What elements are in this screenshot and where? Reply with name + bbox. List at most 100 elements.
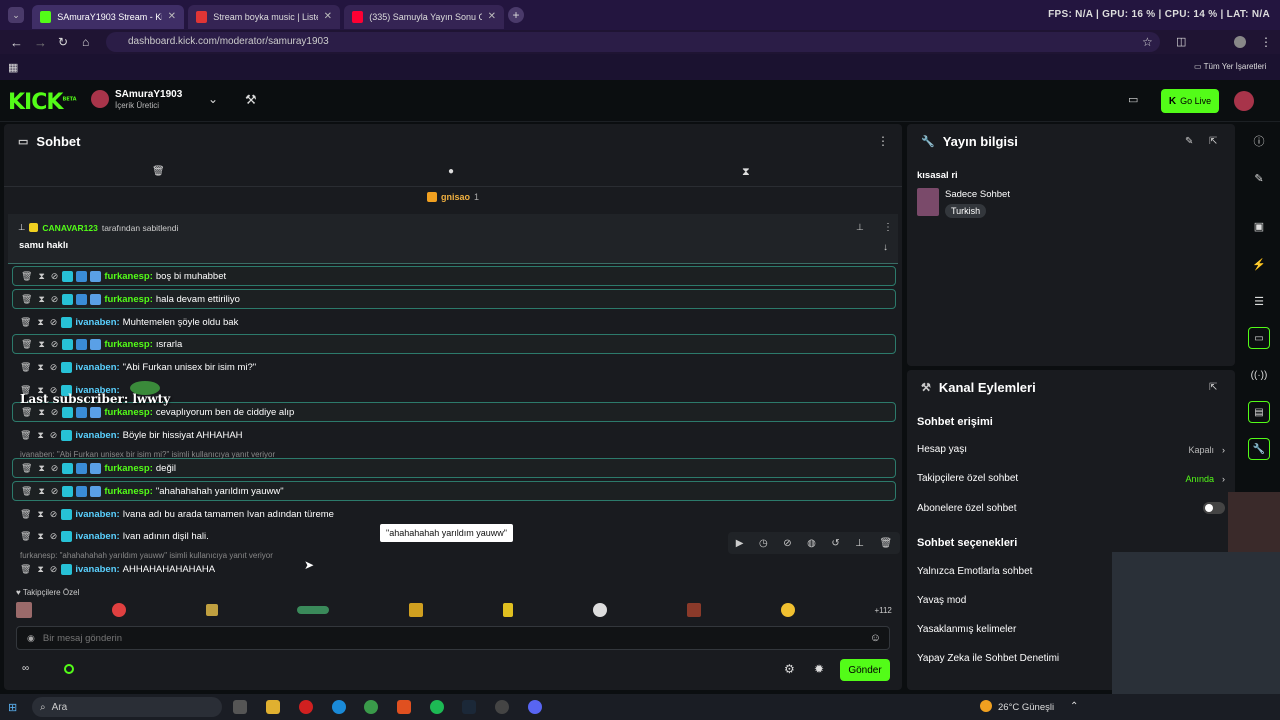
emote[interactable]: [205, 604, 218, 616]
arrow-down-icon[interactable]: ↓: [883, 242, 888, 253]
category-name[interactable]: Sadece Sohbet: [945, 189, 1010, 200]
steam-icon[interactable]: [462, 700, 476, 714]
followers-only-row[interactable]: Takipçilere özel sohbet Anında ›: [917, 473, 1225, 484]
tab-youtube[interactable]: (335) Samuyla Yayın Sonu CS s ✕: [344, 4, 504, 29]
ban-icon[interactable]: ⊘: [50, 430, 58, 441]
broadcast-icon[interactable]: ((·)): [1248, 364, 1270, 386]
mute-icon[interactable]: ⊘: [783, 538, 791, 549]
message-username[interactable]: ivanaben:: [75, 430, 119, 441]
ban-icon[interactable]: ⊘: [50, 564, 58, 575]
emote[interactable]: [111, 603, 126, 617]
edit-icon[interactable]: ✎: [1248, 167, 1270, 189]
menu-icon[interactable]: ⋮: [1260, 35, 1272, 49]
ban-icon[interactable]: ⊘: [50, 362, 58, 373]
kick-logo[interactable]: KICKBETA: [8, 90, 77, 115]
reply-icon[interactable]: ◍: [807, 538, 816, 549]
trash-icon[interactable]: 🗑: [20, 362, 31, 373]
ban-icon[interactable]: ⊘: [51, 339, 59, 350]
back-icon[interactable]: ←: [10, 35, 23, 50]
spotify-icon[interactable]: [430, 700, 444, 714]
pin-icon[interactable]: ⊥: [855, 538, 864, 549]
go-live-button[interactable]: K Go Live: [1161, 89, 1219, 113]
chat-message[interactable]: 🗑 ⧗ ⊘ ivanaben: Muhtemelen şöyle oldu bak: [12, 312, 896, 332]
close-icon[interactable]: ✕: [324, 11, 332, 22]
trash-icon[interactable]: 🗑: [20, 564, 31, 575]
url-field[interactable]: dashboard.kick.com/moderator/samuray1903: [106, 32, 1160, 52]
chat-message[interactable]: 🗑 ⧗ ⊘ furkanesp: "ahahahahah yarıldım yauww": [12, 481, 896, 501]
extensions-icon[interactable]: ◫: [1176, 35, 1186, 48]
emoji-icon[interactable]: ☺: [870, 632, 881, 644]
chat-message[interactable]: 🗑 ⧗ ⊘ ivanaben: AHHAHAHAHAHAHA: [12, 559, 896, 579]
account-age-row[interactable]: Hesap yaşı Kapalı ›: [917, 444, 1225, 455]
ban-icon[interactable]: ⊘: [50, 317, 58, 328]
hourglass-icon[interactable]: ⧗: [37, 509, 43, 520]
chat-message[interactable]: 🗑 ⧗ ⊘ furkanesp: değil: [12, 458, 896, 478]
chat-message[interactable]: 🗑 ⧗ ⊘ furkanesp: ısrarla: [12, 334, 896, 354]
trash-icon[interactable]: 🗑: [21, 294, 32, 305]
hourglass-icon[interactable]: ⧗: [37, 564, 43, 575]
send-button[interactable]: Gönder: [840, 659, 890, 681]
chat-bubble-icon[interactable]: ●: [448, 166, 454, 177]
hourglass-icon[interactable]: ⧗: [742, 166, 750, 179]
hammer-icon[interactable]: ⚒: [245, 92, 257, 108]
close-icon[interactable]: ✕: [488, 11, 496, 22]
trash-icon[interactable]: 🗑: [152, 166, 165, 177]
star-icon[interactable]: ☆: [1142, 35, 1153, 49]
taskbar-search[interactable]: ⌕ Ara: [32, 697, 222, 717]
gear-icon[interactable]: ⚙: [784, 662, 795, 676]
task-view-icon[interactable]: [233, 700, 247, 714]
badge-settings-icon[interactable]: ✹: [814, 662, 824, 676]
message-username[interactable]: furkanesp:: [104, 486, 153, 497]
hourglass-icon[interactable]: ⧗: [38, 271, 44, 282]
tab-kick[interactable]: SAmuraY1903 Stream - Kick Da ✕: [32, 4, 184, 29]
trash-icon[interactable]: 🗑: [20, 531, 31, 542]
emote[interactable]: [503, 603, 514, 617]
subscribers-only-toggle[interactable]: [1203, 502, 1225, 514]
message-username[interactable]: ivanaben:: [75, 531, 119, 542]
hourglass-icon[interactable]: ⧗: [38, 339, 44, 350]
trash-icon[interactable]: 🗑: [20, 509, 31, 520]
ban-icon[interactable]: ⊘: [51, 294, 59, 305]
chat-message[interactable]: 🗑 ⧗ ⊘ furkanesp: boş bi muhabbet: [12, 266, 896, 286]
emote[interactable]: [409, 603, 424, 617]
message-username[interactable]: ivanaben:: [75, 362, 119, 373]
stream-manager-icon[interactable]: ▤: [1248, 401, 1270, 423]
ban-icon[interactable]: ⊘: [51, 407, 59, 418]
list-icon[interactable]: ☰: [1248, 290, 1270, 312]
hourglass-icon[interactable]: ⧗: [38, 294, 44, 305]
popout-icon[interactable]: ⇱: [1209, 136, 1217, 147]
brave-icon[interactable]: [397, 700, 411, 714]
chat-message[interactable]: 🗑 ⧗ ⊘ ivanaben: "Abi Furkan unisex bir isim …: [12, 357, 896, 377]
close-icon[interactable]: ✕: [168, 11, 176, 22]
trash-icon[interactable]: 🗑: [880, 538, 893, 549]
theater-mode-icon[interactable]: ▭: [1128, 93, 1138, 106]
trash-icon[interactable]: 🗑: [21, 339, 32, 350]
lightning-icon[interactable]: ⚡: [1248, 253, 1270, 275]
trash-icon[interactable]: 🗑: [21, 463, 32, 474]
more-options-icon[interactable]: ⋮: [877, 134, 889, 148]
hourglass-icon[interactable]: ⧗: [37, 317, 43, 328]
file-explorer-icon[interactable]: [266, 700, 280, 714]
trash-icon[interactable]: 🗑: [21, 407, 32, 418]
chat-input-box[interactable]: ◉ ☺: [16, 626, 890, 650]
ban-icon[interactable]: ⊘: [51, 271, 59, 282]
reload-icon[interactable]: ↻: [58, 35, 68, 49]
message-username[interactable]: furkanesp:: [104, 407, 153, 418]
hourglass-icon[interactable]: ⧗: [38, 463, 44, 474]
chat-icon[interactable]: ▭: [1248, 327, 1270, 349]
emote[interactable]: [592, 603, 607, 617]
discord-icon[interactable]: [528, 700, 542, 714]
media-icon[interactable]: ▣: [1248, 215, 1270, 237]
forward-icon[interactable]: →: [34, 35, 47, 50]
trash-icon[interactable]: 🗑: [20, 317, 31, 328]
wrench-icon[interactable]: 🔧: [1248, 438, 1270, 460]
chat-message[interactable]: 🗑 ⧗ ⊘ ivanaben: Ivana adı bu arada tamamen I…: [12, 504, 896, 524]
ban-icon[interactable]: ⊘: [50, 531, 58, 542]
hourglass-icon[interactable]: ⧗: [37, 362, 43, 373]
new-tab-button[interactable]: +: [508, 7, 524, 23]
more-options-icon[interactable]: ⋮: [883, 222, 893, 233]
skype-icon[interactable]: [332, 700, 346, 714]
obs-icon[interactable]: [495, 700, 509, 714]
profile-avatar[interactable]: [1234, 36, 1246, 48]
message-username[interactable]: furkanesp:: [104, 463, 153, 474]
